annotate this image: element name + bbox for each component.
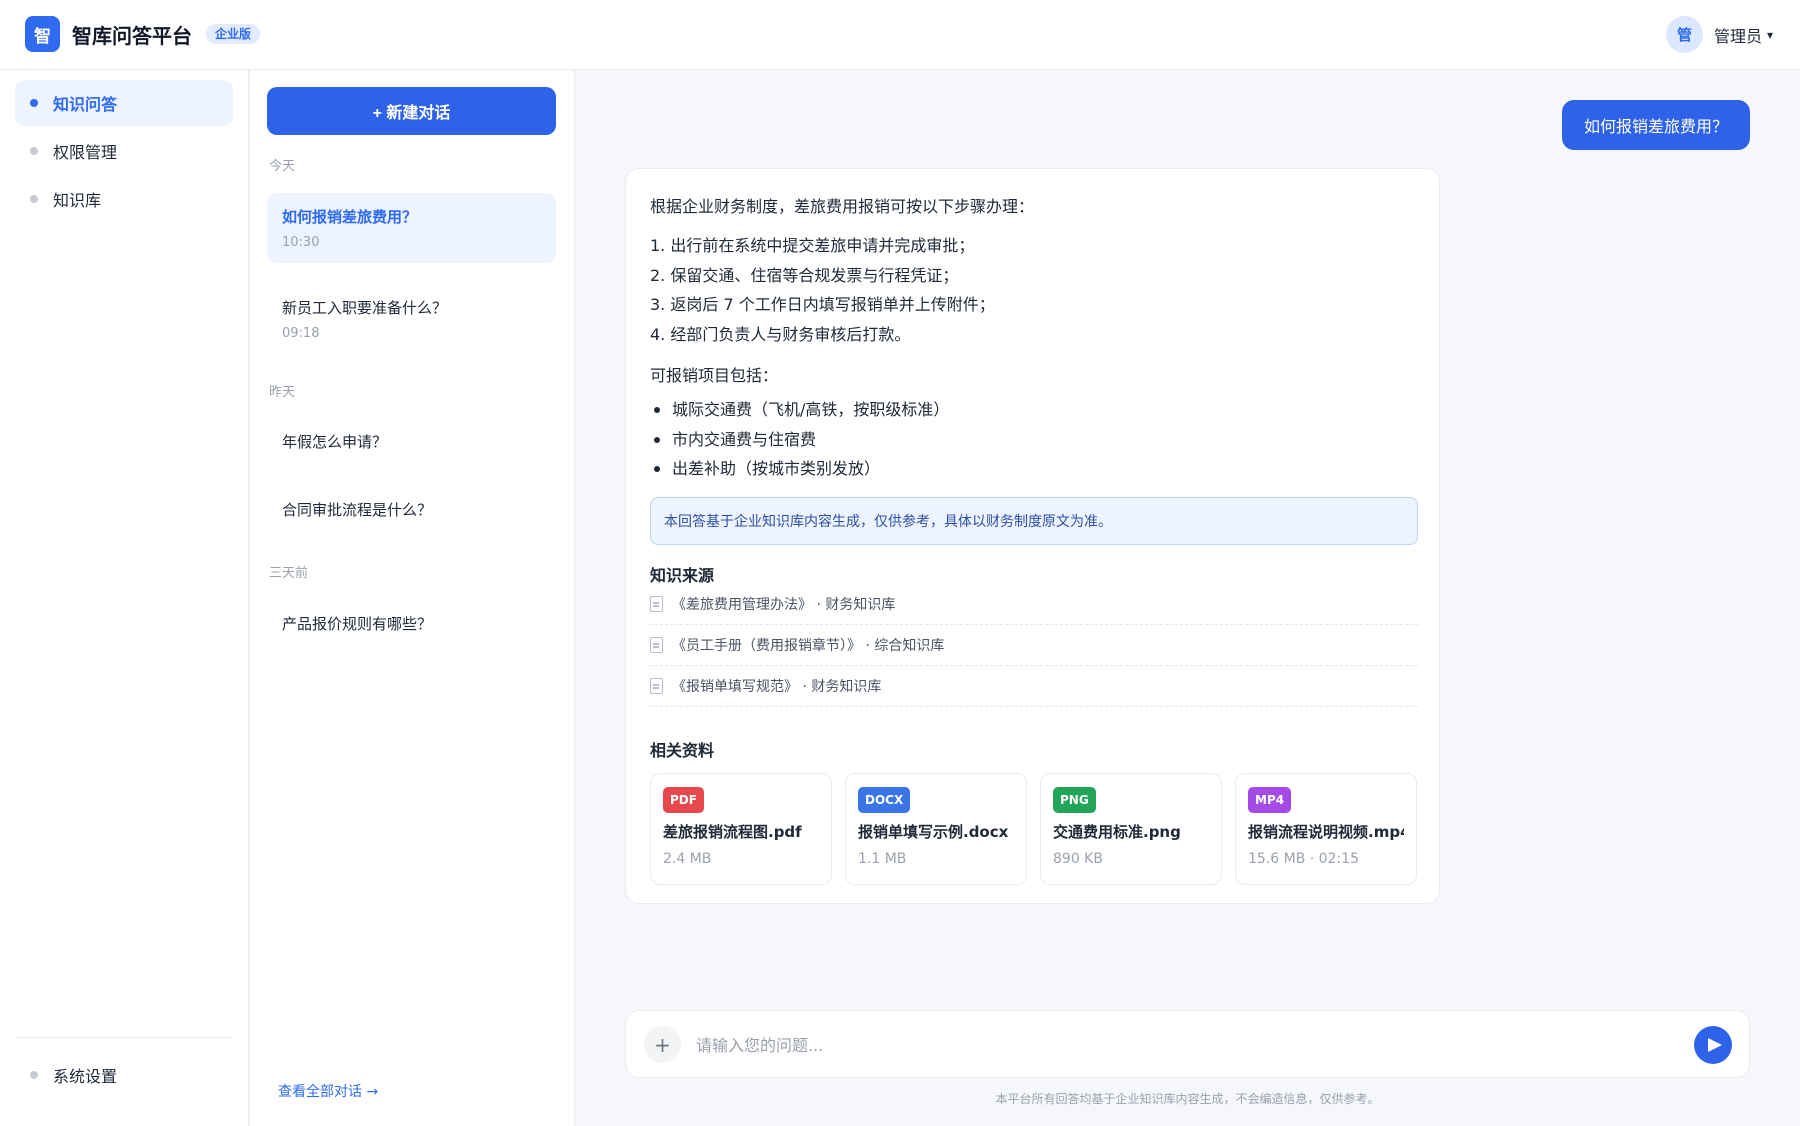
group-label-yesterday: 昨天: [269, 385, 296, 400]
bullet-item: 城际交通费（飞机/高铁，按职级标准）: [650, 395, 949, 425]
conversation-title: 产品报价规则有哪些？: [282, 615, 433, 633]
app-title: 智库问答平台: [72, 24, 192, 48]
sidebar-nav: 知识问答 权限管理 知识库 系统设置: [0, 70, 249, 1126]
user-message-bubble: 如何报销差旅费用？: [1561, 100, 1750, 150]
file-meta: 1.1 MB: [858, 851, 907, 867]
conversation-time: 10:30: [282, 235, 320, 250]
sidebar-item-qa[interactable]: 知识问答: [15, 80, 233, 126]
answer-card: 根据企业财务制度，差旅费用报销可按以下步骤办理： 1. 出行前在系统中提交差旅申…: [625, 168, 1440, 904]
source-link[interactable]: 《报销单填写规范》 · 财务知识库: [650, 666, 1418, 707]
file-card[interactable]: PNG 交通费用标准.png 890 KB: [1040, 773, 1222, 885]
steps-list: 1. 出行前在系统中提交差旅申请并完成审批； 2. 保留交通、住宿等合规发票与行…: [650, 231, 995, 349]
disclaimer-text: 本平台所有回答均基于企业知识库内容生成，不会编造信息，仅供参考。: [995, 1092, 1380, 1106]
notice-box: 本回答基于企业知识库内容生成，仅供参考，具体以财务制度原文为准。: [650, 497, 1418, 545]
dot-icon: [30, 99, 38, 107]
file-type-badge: MP4: [1248, 787, 1292, 813]
file-card[interactable]: DOCX 报销单填写示例.docx 1.1 MB: [845, 773, 1027, 885]
avatar[interactable]: 管: [1666, 16, 1703, 53]
chat-main: 如何报销差旅费用？ 根据企业财务制度，差旅费用报销可按以下步骤办理： 1. 出行…: [576, 70, 1800, 1126]
new-chat-button[interactable]: + 新建对话: [267, 87, 556, 135]
conversation-title: 合同审批流程是什么？: [282, 501, 433, 519]
sidebar-item-label: 知识问答: [53, 95, 118, 114]
conversation-title: 新员工入职要准备什么？: [282, 299, 448, 317]
source-text: 《员工手册（费用报销章节）》 · 综合知识库: [672, 638, 945, 654]
sidebar-item-knowledge-base[interactable]: 知识库: [15, 176, 233, 222]
file-name: 交通费用标准.png: [1053, 823, 1181, 841]
file-meta: 2.4 MB: [663, 851, 712, 867]
sidebar-item-label: 知识库: [53, 191, 102, 210]
edition-badge: 企业版: [206, 24, 261, 44]
file-card[interactable]: PDF 差旅报销流程图.pdf 2.4 MB: [650, 773, 832, 885]
file-type-badge: DOCX: [858, 787, 911, 813]
file-name: 差旅报销流程图.pdf: [663, 823, 802, 841]
nav-divider: [15, 1037, 233, 1038]
chat-input[interactable]: [696, 1029, 1656, 1061]
answer-intro: 根据企业财务制度，差旅费用报销可按以下步骤办理：: [650, 197, 1035, 216]
document-icon: [650, 678, 663, 694]
step-item: 2. 保留交通、住宿等合规发票与行程凭证；: [650, 265, 959, 285]
conversation-item[interactable]: 合同审批流程是什么？: [267, 486, 556, 533]
sources-list: 《差旅费用管理办法》 · 财务知识库 《员工手册（费用报销章节）》 · 综合知识…: [650, 584, 1418, 707]
source-link[interactable]: 《差旅费用管理办法》 · 财务知识库: [650, 584, 1418, 625]
dot-icon: [30, 147, 38, 155]
conversation-item[interactable]: 新员工入职要准备什么？ 09:18: [267, 284, 556, 354]
file-name: 报销流程说明视频.mp4: [1248, 823, 1404, 841]
attach-button[interactable]: +: [644, 1026, 681, 1063]
group-label-three-days: 三天前: [269, 566, 309, 581]
source-text: 《报销单填写规范》 · 财务知识库: [672, 679, 882, 695]
conversation-item[interactable]: 如何报销差旅费用？ 10:30: [267, 193, 556, 263]
step-item: 3. 返岗后 7 个工作日内填写报销单并上传附件；: [650, 295, 995, 314]
sidebar-item-label: 权限管理: [53, 143, 118, 162]
group-label-today: 今天: [269, 159, 296, 174]
bullet-list: 城际交通费（飞机/高铁，按职级标准） 市内交通费与住宿费 出差补助（按城市类别发…: [650, 395, 949, 484]
sidebar-item-label: 系统设置: [53, 1067, 118, 1086]
file-card[interactable]: MP4 报销流程说明视频.mp4 15.6 MB · 02:15: [1235, 773, 1417, 885]
bullet-item: 出差补助（按城市类别发放）: [650, 454, 949, 484]
file-type-badge: PNG: [1053, 787, 1096, 813]
dot-icon: [30, 1071, 38, 1079]
conversation-time: 09:18: [282, 326, 320, 341]
file-card-list: PDF 差旅报销流程图.pdf 2.4 MB DOCX 报销单填写示例.docx…: [650, 773, 1417, 885]
dot-icon: [30, 195, 38, 203]
step-item: 4. 经部门负责人与财务审核后打款。: [650, 324, 911, 344]
file-meta: 15.6 MB · 02:15: [1248, 851, 1360, 867]
items-title: 可报销项目包括：: [650, 366, 779, 385]
user-name: 管理员: [1714, 27, 1763, 46]
conversation-item[interactable]: 年假怎么申请？: [267, 418, 556, 465]
sources-title: 知识来源: [650, 566, 715, 585]
file-type-badge: PDF: [663, 787, 704, 813]
top-header: 智 智库问答平台 企业版 管 管理员 ▾: [0, 0, 1800, 70]
user-menu-button[interactable]: 管理员 ▾: [1714, 23, 1773, 47]
send-icon: [1707, 1038, 1722, 1052]
conversation-title: 如何报销差旅费用？: [282, 208, 418, 226]
sidebar-item-permissions[interactable]: 权限管理: [15, 128, 233, 174]
view-all-link[interactable]: 查看全部对话 →: [278, 1081, 378, 1101]
app-logo: 智: [25, 16, 60, 52]
source-text: 《差旅费用管理办法》 · 财务知识库: [672, 597, 896, 613]
document-icon: [650, 596, 663, 612]
chat-input-box: +: [625, 1010, 1750, 1078]
chevron-down-icon: ▾: [1767, 28, 1774, 42]
send-button[interactable]: [1694, 1026, 1732, 1064]
file-meta: 890 KB: [1053, 851, 1103, 867]
conversation-title: 年假怎么申请？: [282, 433, 388, 451]
conversation-item[interactable]: 产品报价规则有哪些？: [267, 600, 556, 647]
source-link[interactable]: 《员工手册（费用报销章节）》 · 综合知识库: [650, 625, 1418, 666]
related-title: 相关资料: [650, 741, 715, 760]
file-name: 报销单填写示例.docx: [858, 823, 1009, 841]
conversation-panel: + 新建对话 今天 如何报销差旅费用？ 10:30 新员工入职要准备什么？ 09…: [250, 70, 575, 1126]
bullet-item: 市内交通费与住宿费: [650, 425, 949, 455]
document-icon: [650, 637, 663, 653]
step-item: 1. 出行前在系统中提交差旅申请并完成审批；: [650, 236, 975, 255]
sidebar-item-settings[interactable]: 系统设置: [15, 1052, 233, 1098]
